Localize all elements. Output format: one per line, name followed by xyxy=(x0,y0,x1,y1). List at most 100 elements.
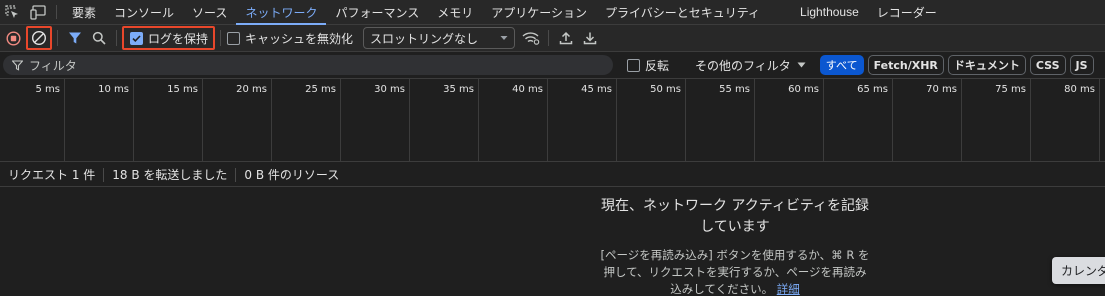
filter-type-css[interactable]: CSS xyxy=(1029,55,1066,75)
caret-down-icon xyxy=(797,62,806,68)
filter-bar: フィルタ 反転 その他のフィルタ すべて Fetch/XHR ドキュメント CS… xyxy=(0,52,1105,79)
search-icon xyxy=(92,31,106,45)
timeline-tick-label: 55 ms xyxy=(719,84,750,95)
throttling-select[interactable]: スロットリングなし xyxy=(363,27,516,49)
resource-size: 0 B 件のリソース xyxy=(244,168,340,182)
timeline-gridline xyxy=(1099,79,1100,161)
preserve-log-checkbox[interactable]: ログを保持 xyxy=(122,26,216,50)
timeline-tick-label: 75 ms xyxy=(995,84,1026,95)
reload-instruction-text: [ページを再読み込み] ボタンを使用するか、⌘ R を押して、リクエストを実行す… xyxy=(600,248,870,296)
timeline-tick-label: 40 ms xyxy=(512,84,543,95)
tab-network[interactable]: ネットワーク xyxy=(236,0,327,25)
tab-application[interactable]: アプリケーション xyxy=(482,0,596,24)
tab-lighthouse[interactable]: Lighthouse xyxy=(791,0,868,24)
network-overview-timeline[interactable]: 5 ms 10 ms 15 ms 20 ms 25 ms 30 ms 35 ms 40 ms 4… xyxy=(0,79,1105,162)
tab-memory[interactable]: メモリ xyxy=(428,0,482,24)
clear-icon xyxy=(31,30,47,46)
network-toolbar: ログを保持 キャッシュを無効化 スロットリングなし xyxy=(0,25,1105,52)
timeline-gridline xyxy=(685,79,686,161)
checkbox-unchecked-icon xyxy=(227,31,241,45)
timeline-tick-label: 15 ms xyxy=(167,84,198,95)
filter-type-all[interactable]: すべて xyxy=(819,55,864,75)
record-stop-button[interactable] xyxy=(1,27,25,49)
filter-type-document[interactable]: ドキュメント xyxy=(947,55,1026,75)
filter-input[interactable]: フィルタ xyxy=(3,55,613,75)
devtools-tab-bar: 要素 コンソール ソース ネットワーク パフォーマンス メモリ アプリケーション… xyxy=(0,0,1105,25)
summary-status-bar: リクエスト 1 件 18 B を転送しました 0 B 件のリソース xyxy=(0,163,1105,187)
timeline-gridline xyxy=(961,79,962,161)
timeline-gridline xyxy=(340,79,341,161)
inspect-element-icon[interactable] xyxy=(0,0,25,24)
timeline-tick-label: 80 ms xyxy=(1064,84,1095,95)
checkbox-checked-icon xyxy=(130,31,143,45)
timeline-gridline xyxy=(1030,79,1031,161)
recording-message: 現在、ネットワーク アクティビティを記録しています xyxy=(600,198,870,235)
tooltip: カレンダ xyxy=(1052,257,1105,284)
record-icon xyxy=(5,30,21,46)
timeline-gridline xyxy=(409,79,410,161)
disable-cache-label: キャッシュを無効化 xyxy=(245,31,354,46)
timeline-tick-label: 20 ms xyxy=(236,84,267,95)
timeline-tick-label: 70 ms xyxy=(926,84,957,95)
toolbar-separator xyxy=(57,30,58,46)
filter-icon xyxy=(69,32,81,44)
timeline-tick-label: 45 ms xyxy=(581,84,612,95)
clear-button[interactable] xyxy=(26,26,52,50)
timeline-gridline xyxy=(478,79,479,161)
wifi-settings-icon xyxy=(522,32,540,45)
tab-separator xyxy=(56,5,57,19)
tab-recorder[interactable]: レコーダー xyxy=(868,0,946,24)
timeline-gridline xyxy=(823,79,824,161)
timeline-gridline xyxy=(133,79,134,161)
recording-empty-state: 現在、ネットワーク アクティビティを記録しています [ページを再読み込み] ボタ… xyxy=(600,196,870,296)
search-button[interactable] xyxy=(87,27,111,49)
timeline-gridline xyxy=(271,79,272,161)
invert-label: 反転 xyxy=(645,58,670,73)
tab-privacy-security[interactable]: プライバシーとセキュリティ xyxy=(596,0,769,24)
tab-sources[interactable]: ソース xyxy=(183,0,236,24)
timeline-gridline xyxy=(202,79,203,161)
timeline-gridline xyxy=(892,79,893,161)
throttling-value: スロットリングなし xyxy=(370,31,479,46)
timeline-gridline xyxy=(64,79,65,161)
timeline-tick-label: 35 ms xyxy=(443,84,474,95)
tab-elements[interactable]: 要素 xyxy=(63,0,105,24)
tab-performance[interactable]: パフォーマンス xyxy=(326,0,428,24)
timeline-tick-label: 50 ms xyxy=(650,84,681,95)
timeline-tick-label: 10 ms xyxy=(98,84,129,95)
export-har-button[interactable] xyxy=(578,27,602,49)
chevron-down-icon xyxy=(500,36,508,40)
filter-type-js[interactable]: JS xyxy=(1069,55,1094,75)
tab-console[interactable]: コンソール xyxy=(105,0,183,24)
network-conditions-button[interactable] xyxy=(519,27,543,49)
toolbar-separator xyxy=(116,30,117,46)
upload-icon xyxy=(559,31,573,45)
timeline-gridline xyxy=(754,79,755,161)
filter-type-fetch-xhr[interactable]: Fetch/XHR xyxy=(867,55,944,75)
disable-cache-checkbox[interactable]: キャッシュを無効化 xyxy=(226,27,359,49)
timeline-gridline xyxy=(616,79,617,161)
import-har-button[interactable] xyxy=(554,27,578,49)
toolbar-separator xyxy=(548,30,550,46)
timeline-tick-label: 5 ms xyxy=(35,84,61,95)
filter-toggle-button[interactable] xyxy=(63,27,87,49)
reload-instruction: [ページを再読み込み] ボタンを使用するか、⌘ R を押して、リクエストを実行す… xyxy=(600,247,870,296)
timeline-tick-label: 30 ms xyxy=(374,84,405,95)
toolbar-separator xyxy=(220,30,222,46)
other-filters-label: その他のフィルタ xyxy=(695,58,791,73)
preserve-log-label: ログを保持 xyxy=(148,31,209,46)
download-icon xyxy=(583,32,597,45)
request-count: リクエスト 1 件 xyxy=(8,168,96,182)
timeline-tick-label: 60 ms xyxy=(788,84,819,95)
filter-placeholder: フィルタ xyxy=(29,58,77,73)
filter-icon xyxy=(12,59,23,71)
checkbox-unchecked-icon xyxy=(627,58,640,72)
timeline-tick-label: 65 ms xyxy=(857,84,888,95)
invert-checkbox[interactable]: 反転 xyxy=(621,54,675,76)
learn-more-link[interactable]: 詳細 xyxy=(777,282,800,296)
device-toolbar-icon[interactable] xyxy=(25,0,50,24)
timeline-gridline xyxy=(547,79,548,161)
timeline-tick-label: 25 ms xyxy=(305,84,336,95)
other-filters-dropdown[interactable]: その他のフィルタ xyxy=(695,57,806,74)
transferred-size: 18 B を転送しました xyxy=(112,168,228,182)
